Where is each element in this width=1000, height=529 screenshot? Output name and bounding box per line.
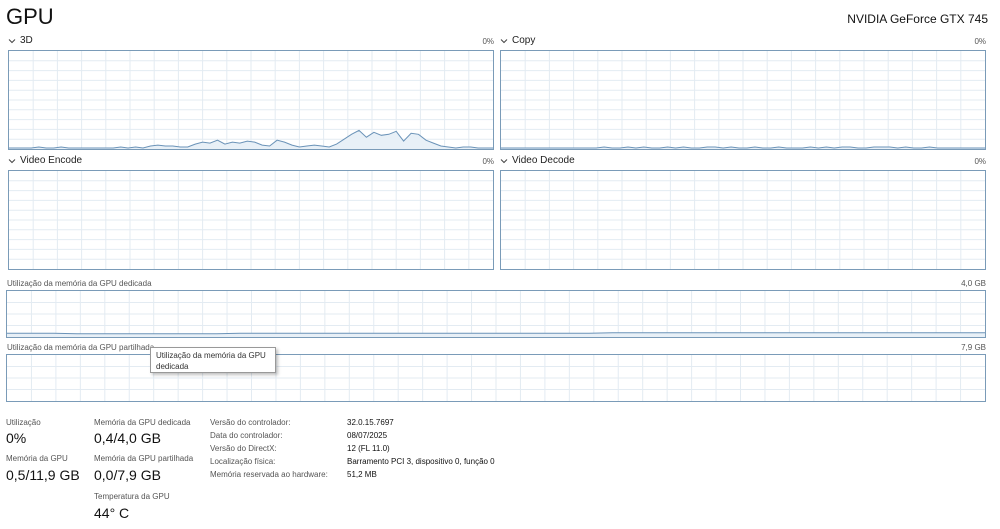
g-copy-svg (501, 51, 985, 149)
hardware-reserved-memory-label: Memória reservada ao hardware: (210, 470, 328, 479)
engine-copy-percent: 0% (974, 37, 986, 46)
dedicated-memory-label: Memória da GPU dedicada (94, 418, 191, 427)
utilization-value: 0% (6, 430, 27, 446)
engine-3d-percent: 0% (482, 37, 494, 46)
physical-location-value: Barramento PCI 3, dispositivo 0, função … (347, 457, 495, 466)
engine-video-encode-selector[interactable]: Video Encode (8, 155, 82, 166)
utilization-label: Utilização (6, 418, 41, 427)
g-vdec-svg (501, 171, 985, 269)
gpu-temperature-label: Temperatura da GPU (94, 492, 170, 501)
engine-copy-label: Copy (512, 35, 536, 46)
gpu-temperature-value: 44° C (94, 505, 130, 521)
engine-video-decode-label: Video Decode (512, 155, 575, 166)
gpu-memory-label: Memória da GPU (6, 454, 68, 463)
engine-copy-graph (500, 50, 986, 150)
engine-copy-selector[interactable]: Copy (500, 35, 535, 46)
dedicated-memory-graph-label: Utilização da memória da GPU dedicada (7, 279, 152, 288)
chevron-down-icon (500, 158, 508, 163)
gpu-device-name: NVIDIA GeForce GTX 745 (847, 12, 988, 26)
tooltip: Utilização da memória da GPU dedicada (150, 347, 276, 373)
engine-video-encode-percent: 0% (482, 157, 494, 166)
g-3d-svg (9, 51, 493, 149)
chevron-down-icon (8, 158, 16, 163)
dedicated-memory-graph (6, 290, 986, 338)
shared-memory-graph-label: Utilização da memória da GPU partilhada (7, 343, 155, 352)
engine-video-decode-graph (500, 170, 986, 270)
engine-video-decode-selector[interactable]: Video Decode (500, 155, 575, 166)
physical-location-label: Localização física: (210, 457, 276, 466)
engine-video-encode-label: Video Encode (20, 155, 83, 166)
g-ded-svg (7, 291, 985, 337)
driver-version-value: 32.0.15.7697 (347, 418, 394, 427)
engine-video-encode-graph (8, 170, 494, 270)
dedicated-memory-value: 0,4/4,0 GB (94, 430, 161, 446)
dedicated-memory-max: 4,0 GB (961, 279, 986, 288)
directx-version-label: Versão do DirectX: (210, 444, 277, 453)
chevron-down-icon (8, 38, 16, 43)
g-venc-svg (9, 171, 493, 269)
chevron-down-icon (500, 38, 508, 43)
engine-3d-graph (8, 50, 494, 150)
shared-memory-max: 7,9 GB (961, 343, 986, 352)
hardware-reserved-memory-value: 51,2 MB (347, 470, 377, 479)
shared-memory-label: Memória da GPU partilhada (94, 454, 194, 463)
engine-3d-selector[interactable]: 3D (8, 35, 33, 46)
driver-date-label: Data do controlador: (210, 431, 283, 440)
gpu-memory-value: 0,5/11,9 GB (6, 467, 80, 483)
driver-date-value: 08/07/2025 (347, 431, 388, 440)
shared-memory-value: 0,0/7,9 GB (94, 467, 161, 483)
directx-version-value: 12 (FL 11.0) (347, 444, 390, 453)
engine-3d-label: 3D (20, 35, 33, 46)
engine-video-decode-percent: 0% (974, 157, 986, 166)
driver-version-label: Versão do controlador: (210, 418, 291, 427)
page-title: GPU (6, 4, 54, 29)
